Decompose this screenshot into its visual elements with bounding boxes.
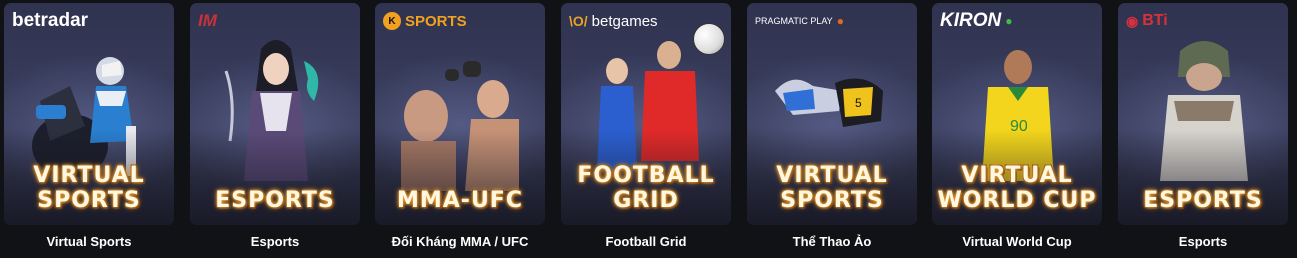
bti-logo-text: BTi [1142, 12, 1168, 29]
provider-logo-sports: K SPORTS [383, 10, 467, 32]
game-card-esports-bti[interactable]: ◉ BTi ESPORTS [1118, 3, 1288, 225]
kiron-logo-text: KIRON [940, 10, 1002, 31]
svg-text:5: 5 [855, 96, 862, 110]
game-card-virtual-world-cup[interactable]: 90 KIRON ● VIRTUAL WORLD CUP [932, 3, 1102, 225]
game-card-caption[interactable]: Esports [1118, 234, 1288, 249]
sports-logo-text: SPORTS [405, 12, 467, 30]
game-card-caption[interactable]: Virtual Sports [4, 234, 174, 249]
card-title: ESPORTS [190, 188, 360, 213]
card-title: VIRTUAL SPORTS [747, 163, 917, 213]
game-card-mma-ufc[interactable]: K SPORTS MMA-UFC [375, 3, 545, 225]
card-title: MMA-UFC [375, 188, 545, 213]
sports-badge-icon: K [383, 12, 401, 30]
provider-logo-kiron: KIRON ● [940, 10, 1012, 32]
card-title-line1: FOOTBALL [577, 163, 715, 188]
card-title: VIRTUAL WORLD CUP [932, 163, 1102, 213]
game-card-esports-im[interactable]: IM ESPORTS [190, 3, 360, 225]
game-card-caption[interactable]: Đối Kháng MMA / UFC [375, 234, 545, 249]
game-card-football-grid[interactable]: \O/ betgames FOOTBALL GRID [561, 3, 731, 225]
provider-logo-pragmatic: PRAGMATIC PLAY ● [755, 10, 844, 32]
game-card-caption[interactable]: Thể Thao Ảo [747, 234, 917, 249]
card-title-line2: GRID [613, 188, 679, 213]
card-title-line1: VIRTUAL [776, 163, 888, 188]
im-logo-text: IM [198, 11, 217, 30]
game-card-virtual-sports-betradar[interactable]: betradar VIRTUAL SPORTS [4, 3, 174, 225]
pragmatic-crown-icon: ● [836, 14, 844, 28]
card-title-line1: VIRTUAL [33, 163, 145, 188]
card-title-line2: ESPORTS [215, 188, 335, 213]
card-title: ESPORTS [1118, 188, 1288, 213]
game-card-caption[interactable]: Virtual World Cup [932, 234, 1102, 249]
provider-logo-betgames: \O/ betgames [569, 10, 658, 32]
game-card-virtual-sports-pragmatic[interactable]: 5 PRAGMATIC PLAY ● VIRTUAL SPORTS [747, 3, 917, 225]
provider-logo-betradar: betradar [12, 10, 88, 32]
card-title-line2: SPORTS [780, 188, 884, 213]
card-title: FOOTBALL GRID [561, 163, 731, 213]
card-title: VIRTUAL SPORTS [4, 163, 174, 213]
card-title-line2: MMA-UFC [397, 188, 523, 213]
betradar-logo-text: betradar [12, 10, 89, 31]
betgames-logo-text: betgames [591, 12, 658, 30]
game-card-caption[interactable]: Esports [190, 234, 360, 249]
card-title-line2: SPORTS [37, 188, 141, 213]
card-title-line1: VIRTUAL [961, 163, 1073, 188]
game-category-row: betradar VIRTUAL SPORTS Virtual Sports I… [0, 0, 1297, 258]
game-card-caption[interactable]: Football Grid [561, 234, 731, 249]
card-title-line2: ESPORTS [1143, 188, 1263, 213]
provider-logo-bti: ◉ BTi [1126, 10, 1168, 32]
kiron-dot-icon: ● [1005, 14, 1013, 28]
bti-signal-icon: ◉ [1126, 12, 1139, 29]
pragmatic-logo-text: PRAGMATIC PLAY [755, 16, 833, 26]
card-title-line2: WORLD CUP [937, 188, 1097, 213]
provider-logo-im: IM [198, 10, 217, 32]
betgames-mark-icon: \O/ [569, 13, 588, 29]
